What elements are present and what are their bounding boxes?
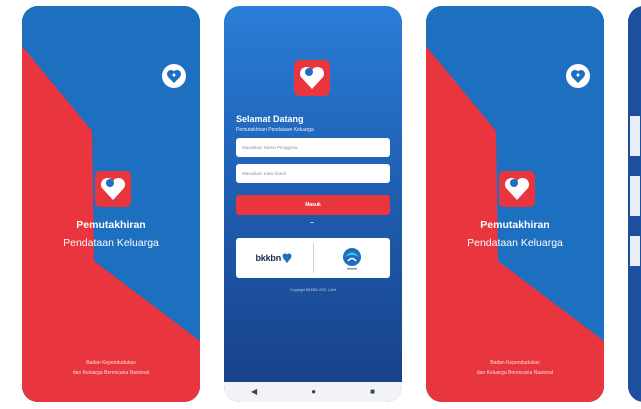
splash-subtitle: Pendataan Keluarga	[63, 237, 159, 249]
kominfo-logo-icon	[314, 238, 391, 278]
splash-title: Pemutakhiran	[480, 219, 550, 231]
greeting-text: Selamat Datang	[236, 114, 304, 124]
phone-screen-splash-1: Pemutakhiran Pendataan Keluarga Badan Ke…	[22, 6, 200, 402]
phone-screen-splash-2: Pemutakhiran Pendataan Keluarga Badan Ke…	[426, 6, 604, 402]
corner-logo-icon	[566, 64, 590, 88]
phone-screen-login: Selamat Datang Pemutakhiran Pendataan Ke…	[224, 6, 402, 402]
splash-subtitle: Pendataan Keluarga	[467, 237, 563, 249]
password-input[interactable]	[236, 164, 390, 183]
bkkbn-mark-icon	[282, 253, 292, 263]
home-icon[interactable]: ●	[311, 388, 316, 396]
footer-line-1: Badan Kependudukan	[86, 360, 136, 366]
footer-line-2: dan Keluarga Berencana Nasional	[72, 370, 150, 376]
footer-line-2: dan Keluarga Berencana Nasional	[476, 370, 554, 376]
splash-title: Pemutakhiran	[76, 219, 146, 231]
recents-icon[interactable]: ■	[370, 388, 375, 396]
partial-background	[628, 6, 641, 402]
phone-screen-partial	[628, 6, 641, 402]
heart-logo-icon	[95, 171, 131, 207]
back-icon[interactable]: ◀	[251, 388, 257, 396]
greeting-subtitle: Pemutakhiran Pendataan Keluarga	[236, 127, 314, 133]
copyright-text: Copyright BKKBN 2021 | Unit	[290, 288, 336, 292]
login-button[interactable]: Masuk	[236, 195, 390, 215]
username-input[interactable]	[236, 138, 390, 157]
bkkbn-logo: bkkbn	[236, 238, 313, 278]
heart-logo-icon	[499, 171, 535, 207]
login-heart-logo-icon	[294, 60, 330, 96]
partner-logos-card: bkkbn	[236, 238, 390, 278]
corner-logo-icon	[162, 64, 186, 88]
bkkbn-wordmark: bkkbn	[255, 253, 281, 263]
android-nav-bar: ◀ ● ■	[224, 382, 402, 402]
footer-line-1: Badan Kependudukan	[490, 360, 540, 366]
divider	[310, 222, 314, 223]
